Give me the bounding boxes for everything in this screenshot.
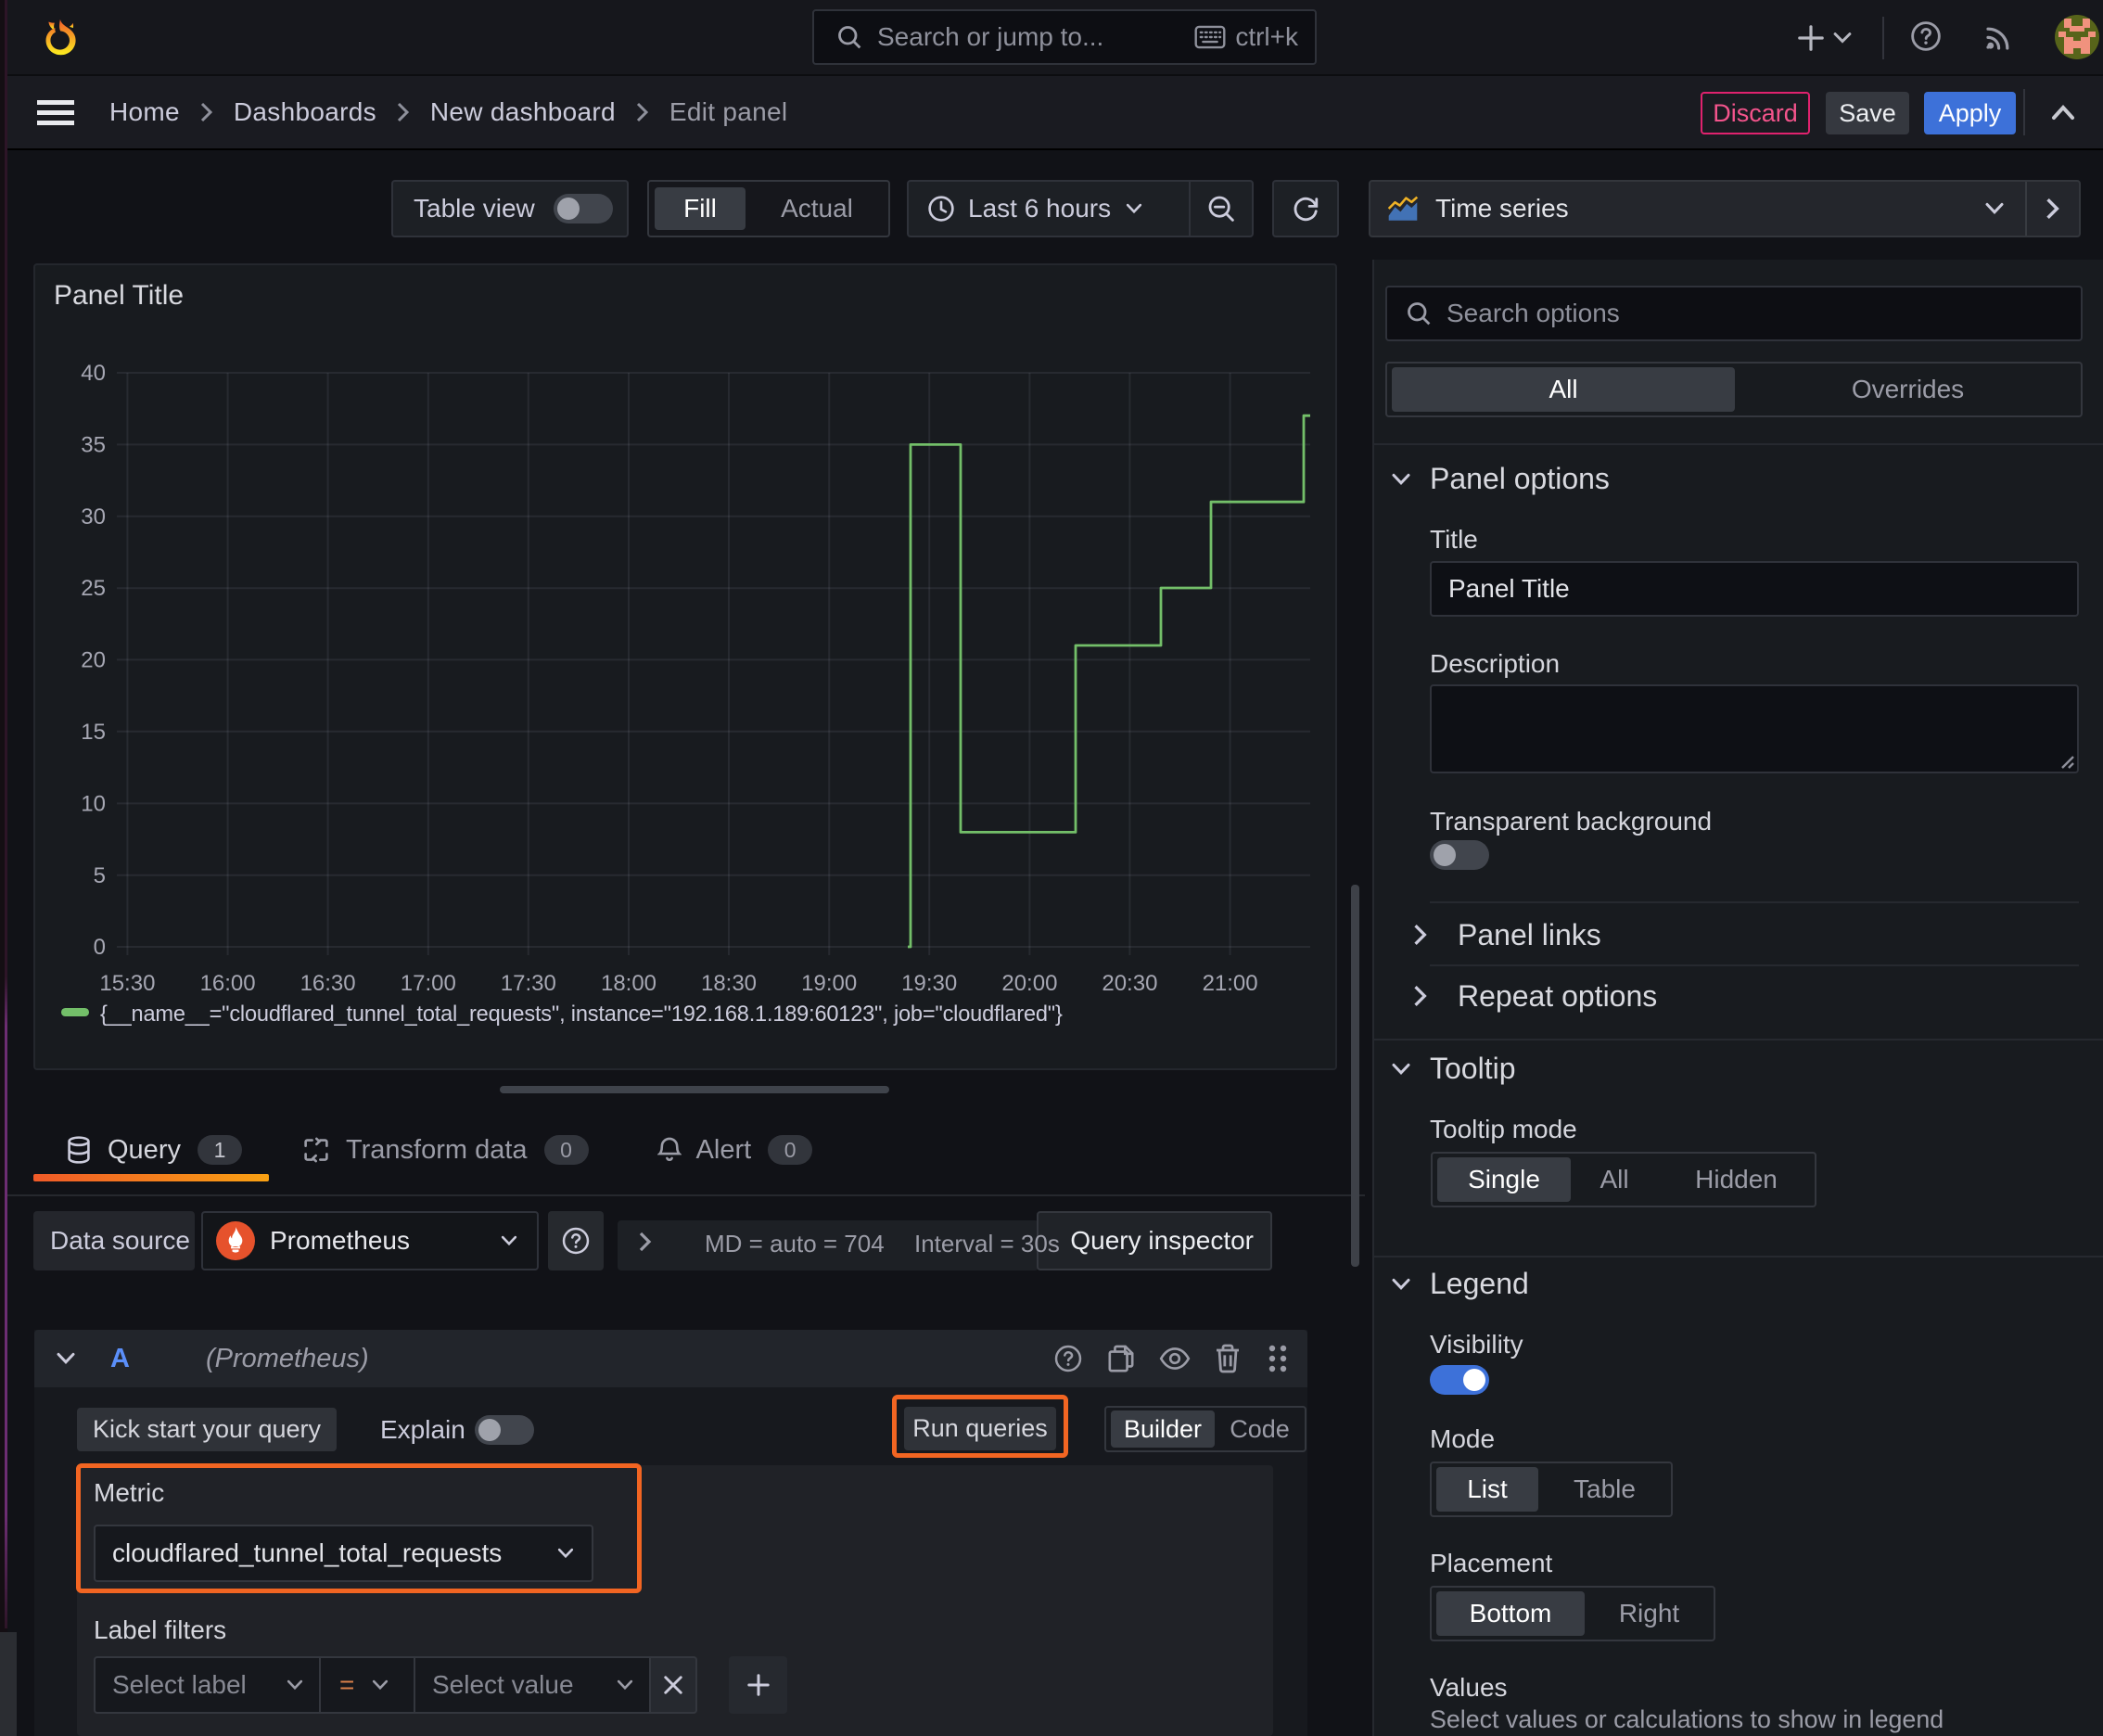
svg-text:20:30: 20:30 <box>1102 971 1157 996</box>
svg-text:{__name__="cloudflared_tunnel_: {__name__="cloudflared_tunnel_total_requ… <box>100 1002 1063 1027</box>
svg-text:20:00: 20:00 <box>1001 971 1057 996</box>
svg-text:35: 35 <box>81 432 106 457</box>
svg-text:21:00: 21:00 <box>1203 971 1258 996</box>
svg-text:18:00: 18:00 <box>601 971 656 996</box>
svg-text:5: 5 <box>94 863 106 888</box>
svg-text:10: 10 <box>81 791 106 816</box>
svg-text:20: 20 <box>81 647 106 672</box>
svg-text:15:30: 15:30 <box>99 971 155 996</box>
svg-text:19:00: 19:00 <box>801 971 857 996</box>
svg-text:17:00: 17:00 <box>401 971 456 996</box>
svg-text:17:30: 17:30 <box>501 971 556 996</box>
svg-text:16:00: 16:00 <box>200 971 256 996</box>
svg-text:40: 40 <box>81 361 106 386</box>
svg-text:25: 25 <box>81 576 106 601</box>
svg-text:16:30: 16:30 <box>300 971 356 996</box>
svg-text:0: 0 <box>94 935 106 960</box>
svg-text:19:30: 19:30 <box>901 971 957 996</box>
svg-text:30: 30 <box>81 504 106 530</box>
svg-text:18:30: 18:30 <box>701 971 757 996</box>
svg-text:15: 15 <box>81 720 106 745</box>
